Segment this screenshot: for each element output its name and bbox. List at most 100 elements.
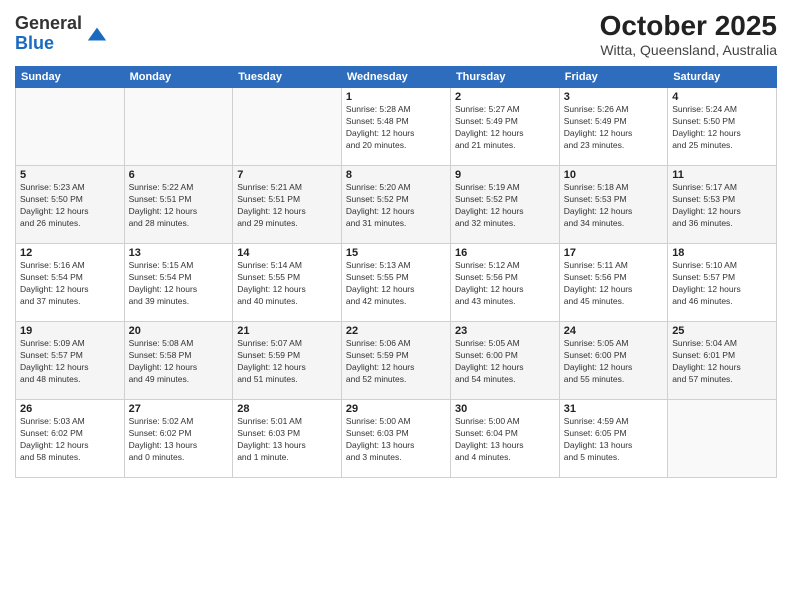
day-info: Sunrise: 5:02 AM Sunset: 6:02 PM Dayligh… bbox=[129, 416, 229, 464]
day-info: Sunrise: 5:14 AM Sunset: 5:55 PM Dayligh… bbox=[237, 260, 337, 308]
day-info: Sunrise: 5:22 AM Sunset: 5:51 PM Dayligh… bbox=[129, 182, 229, 230]
day-number: 31 bbox=[564, 403, 663, 415]
calendar-cell: 28Sunrise: 5:01 AM Sunset: 6:03 PM Dayli… bbox=[233, 400, 342, 478]
calendar-cell: 13Sunrise: 5:15 AM Sunset: 5:54 PM Dayli… bbox=[124, 244, 233, 322]
calendar-cell: 1Sunrise: 5:28 AM Sunset: 5:48 PM Daylig… bbox=[341, 88, 450, 166]
day-number: 28 bbox=[237, 403, 337, 415]
logo-blue: Blue bbox=[15, 34, 82, 54]
day-info: Sunrise: 5:04 AM Sunset: 6:01 PM Dayligh… bbox=[672, 338, 772, 386]
day-info: Sunrise: 5:05 AM Sunset: 6:00 PM Dayligh… bbox=[455, 338, 555, 386]
calendar-cell: 10Sunrise: 5:18 AM Sunset: 5:53 PM Dayli… bbox=[559, 166, 667, 244]
calendar-cell: 29Sunrise: 5:00 AM Sunset: 6:03 PM Dayli… bbox=[341, 400, 450, 478]
weekday-header: Wednesday bbox=[341, 67, 450, 88]
day-info: Sunrise: 5:15 AM Sunset: 5:54 PM Dayligh… bbox=[129, 260, 229, 308]
logo: General Blue bbox=[15, 14, 108, 54]
logo-general: General bbox=[15, 14, 82, 34]
weekday-header: Friday bbox=[559, 67, 667, 88]
day-info: Sunrise: 5:11 AM Sunset: 5:56 PM Dayligh… bbox=[564, 260, 663, 308]
calendar-cell: 15Sunrise: 5:13 AM Sunset: 5:55 PM Dayli… bbox=[341, 244, 450, 322]
day-number: 12 bbox=[20, 247, 120, 259]
weekday-header: Thursday bbox=[450, 67, 559, 88]
day-info: Sunrise: 5:09 AM Sunset: 5:57 PM Dayligh… bbox=[20, 338, 120, 386]
day-number: 15 bbox=[346, 247, 446, 259]
calendar-cell bbox=[124, 88, 233, 166]
page-subtitle: Witta, Queensland, Australia bbox=[600, 42, 777, 58]
day-info: Sunrise: 5:23 AM Sunset: 5:50 PM Dayligh… bbox=[20, 182, 120, 230]
day-number: 18 bbox=[672, 247, 772, 259]
weekday-header: Tuesday bbox=[233, 67, 342, 88]
calendar-cell bbox=[668, 400, 777, 478]
title-block: October 2025 Witta, Queensland, Australi… bbox=[600, 10, 777, 58]
day-info: Sunrise: 5:16 AM Sunset: 5:54 PM Dayligh… bbox=[20, 260, 120, 308]
calendar-week-row: 26Sunrise: 5:03 AM Sunset: 6:02 PM Dayli… bbox=[16, 400, 777, 478]
day-number: 7 bbox=[237, 169, 337, 181]
calendar-header-row: SundayMondayTuesdayWednesdayThursdayFrid… bbox=[16, 67, 777, 88]
calendar-cell: 23Sunrise: 5:05 AM Sunset: 6:00 PM Dayli… bbox=[450, 322, 559, 400]
calendar-cell: 2Sunrise: 5:27 AM Sunset: 5:49 PM Daylig… bbox=[450, 88, 559, 166]
calendar-cell: 9Sunrise: 5:19 AM Sunset: 5:52 PM Daylig… bbox=[450, 166, 559, 244]
day-info: Sunrise: 5:03 AM Sunset: 6:02 PM Dayligh… bbox=[20, 416, 120, 464]
day-info: Sunrise: 5:05 AM Sunset: 6:00 PM Dayligh… bbox=[564, 338, 663, 386]
day-info: Sunrise: 5:27 AM Sunset: 5:49 PM Dayligh… bbox=[455, 104, 555, 152]
day-info: Sunrise: 5:07 AM Sunset: 5:59 PM Dayligh… bbox=[237, 338, 337, 386]
day-info: Sunrise: 5:06 AM Sunset: 5:59 PM Dayligh… bbox=[346, 338, 446, 386]
calendar-cell: 4Sunrise: 5:24 AM Sunset: 5:50 PM Daylig… bbox=[668, 88, 777, 166]
day-number: 10 bbox=[564, 169, 663, 181]
day-number: 16 bbox=[455, 247, 555, 259]
day-number: 25 bbox=[672, 325, 772, 337]
day-number: 2 bbox=[455, 91, 555, 103]
weekday-header: Saturday bbox=[668, 67, 777, 88]
day-info: Sunrise: 5:17 AM Sunset: 5:53 PM Dayligh… bbox=[672, 182, 772, 230]
calendar-cell bbox=[16, 88, 125, 166]
day-number: 1 bbox=[346, 91, 446, 103]
day-number: 4 bbox=[672, 91, 772, 103]
calendar-table: SundayMondayTuesdayWednesdayThursdayFrid… bbox=[15, 66, 777, 478]
day-info: Sunrise: 4:59 AM Sunset: 6:05 PM Dayligh… bbox=[564, 416, 663, 464]
calendar-week-row: 5Sunrise: 5:23 AM Sunset: 5:50 PM Daylig… bbox=[16, 166, 777, 244]
day-number: 29 bbox=[346, 403, 446, 415]
day-info: Sunrise: 5:19 AM Sunset: 5:52 PM Dayligh… bbox=[455, 182, 555, 230]
calendar-cell: 19Sunrise: 5:09 AM Sunset: 5:57 PM Dayli… bbox=[16, 322, 125, 400]
day-number: 20 bbox=[129, 325, 229, 337]
weekday-header: Sunday bbox=[16, 67, 125, 88]
calendar-cell: 26Sunrise: 5:03 AM Sunset: 6:02 PM Dayli… bbox=[16, 400, 125, 478]
calendar-cell: 3Sunrise: 5:26 AM Sunset: 5:49 PM Daylig… bbox=[559, 88, 667, 166]
calendar-week-row: 12Sunrise: 5:16 AM Sunset: 5:54 PM Dayli… bbox=[16, 244, 777, 322]
calendar-cell: 27Sunrise: 5:02 AM Sunset: 6:02 PM Dayli… bbox=[124, 400, 233, 478]
calendar-cell: 18Sunrise: 5:10 AM Sunset: 5:57 PM Dayli… bbox=[668, 244, 777, 322]
calendar-cell: 24Sunrise: 5:05 AM Sunset: 6:00 PM Dayli… bbox=[559, 322, 667, 400]
day-number: 14 bbox=[237, 247, 337, 259]
day-number: 13 bbox=[129, 247, 229, 259]
day-info: Sunrise: 5:21 AM Sunset: 5:51 PM Dayligh… bbox=[237, 182, 337, 230]
logo-icon bbox=[86, 24, 108, 46]
day-info: Sunrise: 5:00 AM Sunset: 6:04 PM Dayligh… bbox=[455, 416, 555, 464]
day-number: 9 bbox=[455, 169, 555, 181]
calendar-cell: 30Sunrise: 5:00 AM Sunset: 6:04 PM Dayli… bbox=[450, 400, 559, 478]
calendar-cell: 31Sunrise: 4:59 AM Sunset: 6:05 PM Dayli… bbox=[559, 400, 667, 478]
day-number: 21 bbox=[237, 325, 337, 337]
day-info: Sunrise: 5:26 AM Sunset: 5:49 PM Dayligh… bbox=[564, 104, 663, 152]
day-info: Sunrise: 5:24 AM Sunset: 5:50 PM Dayligh… bbox=[672, 104, 772, 152]
day-number: 27 bbox=[129, 403, 229, 415]
day-number: 3 bbox=[564, 91, 663, 103]
day-number: 5 bbox=[20, 169, 120, 181]
day-number: 23 bbox=[455, 325, 555, 337]
day-number: 6 bbox=[129, 169, 229, 181]
day-number: 11 bbox=[672, 169, 772, 181]
day-info: Sunrise: 5:08 AM Sunset: 5:58 PM Dayligh… bbox=[129, 338, 229, 386]
day-number: 8 bbox=[346, 169, 446, 181]
day-info: Sunrise: 5:13 AM Sunset: 5:55 PM Dayligh… bbox=[346, 260, 446, 308]
calendar-week-row: 19Sunrise: 5:09 AM Sunset: 5:57 PM Dayli… bbox=[16, 322, 777, 400]
day-info: Sunrise: 5:20 AM Sunset: 5:52 PM Dayligh… bbox=[346, 182, 446, 230]
calendar-cell: 6Sunrise: 5:22 AM Sunset: 5:51 PM Daylig… bbox=[124, 166, 233, 244]
calendar-cell: 17Sunrise: 5:11 AM Sunset: 5:56 PM Dayli… bbox=[559, 244, 667, 322]
day-info: Sunrise: 5:00 AM Sunset: 6:03 PM Dayligh… bbox=[346, 416, 446, 464]
calendar-cell: 8Sunrise: 5:20 AM Sunset: 5:52 PM Daylig… bbox=[341, 166, 450, 244]
calendar-cell: 20Sunrise: 5:08 AM Sunset: 5:58 PM Dayli… bbox=[124, 322, 233, 400]
weekday-header: Monday bbox=[124, 67, 233, 88]
calendar-page: General Blue October 2025 Witta, Queensl… bbox=[0, 0, 792, 612]
calendar-cell: 25Sunrise: 5:04 AM Sunset: 6:01 PM Dayli… bbox=[668, 322, 777, 400]
calendar-cell: 14Sunrise: 5:14 AM Sunset: 5:55 PM Dayli… bbox=[233, 244, 342, 322]
day-info: Sunrise: 5:10 AM Sunset: 5:57 PM Dayligh… bbox=[672, 260, 772, 308]
day-info: Sunrise: 5:28 AM Sunset: 5:48 PM Dayligh… bbox=[346, 104, 446, 152]
